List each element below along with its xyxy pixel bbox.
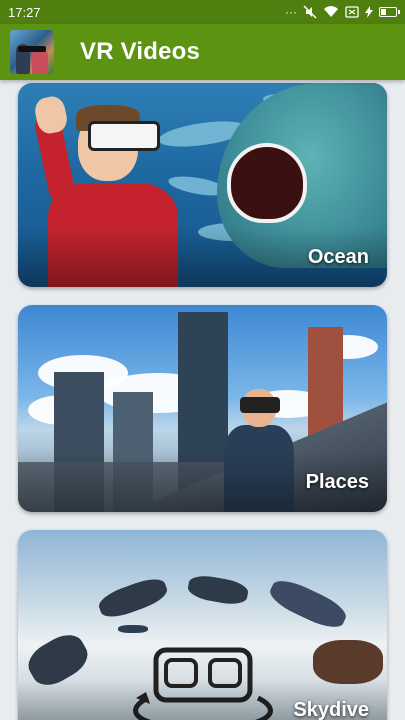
- category-list[interactable]: Ocean Places Skydive: [0, 80, 405, 720]
- wifi-icon: [323, 6, 339, 18]
- category-label: Ocean: [307, 246, 369, 268]
- status-bar: 17:27 ···: [0, 0, 405, 24]
- status-icons: ···: [285, 5, 400, 19]
- battery-icon: [379, 7, 400, 17]
- charging-icon: [365, 6, 373, 18]
- mute-icon: [303, 5, 317, 19]
- app-title: VR Videos: [80, 38, 201, 65]
- sim-icon: [345, 6, 359, 18]
- status-time: 17:27: [8, 4, 41, 20]
- category-label: Skydive: [293, 699, 369, 720]
- category-card-places[interactable]: Places: [18, 305, 387, 512]
- category-label: Places: [305, 471, 369, 493]
- more-icon: ···: [285, 5, 297, 19]
- app-bar: VR Videos: [0, 24, 405, 80]
- category-card-ocean[interactable]: Ocean: [18, 83, 387, 287]
- category-card-skydive[interactable]: Skydive: [18, 530, 387, 720]
- app-logo-icon: [10, 30, 54, 74]
